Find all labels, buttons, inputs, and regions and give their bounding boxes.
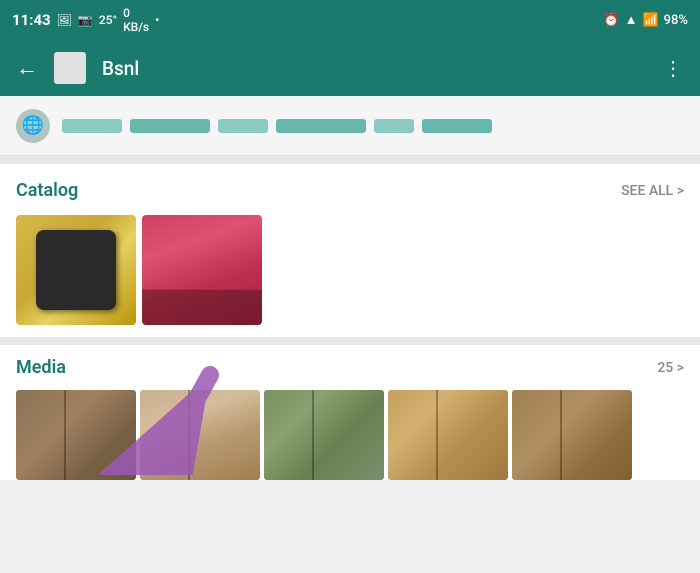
- signal-icon: 📶: [642, 13, 658, 28]
- book-image-1: [16, 390, 136, 480]
- catalog-section: Catalog SEE ALL >: [0, 164, 700, 337]
- wifi-icon: ▲: [625, 12, 638, 28]
- photo-icon: 🖼: [57, 13, 72, 27]
- catalog-images: [16, 215, 684, 325]
- catalog-title: Catalog: [16, 180, 78, 201]
- temp-indicator: 25°: [99, 13, 117, 27]
- book-image-3: [264, 390, 384, 480]
- book-image-2: [140, 390, 260, 480]
- network-speed: 0KB/s: [123, 6, 149, 34]
- catalog-header: Catalog SEE ALL >: [16, 180, 684, 201]
- media-count[interactable]: 25 >: [657, 360, 684, 376]
- media-thumbnail-3[interactable]: [264, 390, 384, 480]
- media-thumbnail-4[interactable]: [388, 390, 508, 480]
- blurred-block-1: [62, 119, 122, 133]
- media-thumbnails: [16, 390, 684, 480]
- section-divider-bottom: [0, 337, 700, 345]
- blurred-content: [62, 119, 684, 133]
- book-image-4: [388, 390, 508, 480]
- battery-level: 98%: [664, 13, 688, 28]
- contact-avatar: [54, 52, 86, 84]
- more-options-button[interactable]: ⋮: [663, 56, 684, 80]
- status-right: ⏰ ▲ 📶 98%: [603, 12, 688, 28]
- status-bar: 11:43 🖼 📷 25° 0KB/s • ⏰ ▲ 📶 98%: [0, 0, 700, 40]
- blurred-block-4: [276, 119, 366, 133]
- see-all-button[interactable]: SEE ALL >: [621, 183, 684, 199]
- book-image-5: [512, 390, 632, 480]
- media-thumbnail-1[interactable]: [16, 390, 136, 480]
- blurred-header-row: 🌐: [0, 96, 700, 156]
- media-thumbnail-2[interactable]: [140, 390, 260, 480]
- dot-indicator: •: [155, 13, 159, 27]
- app-bar: ← Bsnl ⋮: [0, 40, 700, 96]
- blurred-block-6: [422, 119, 492, 133]
- blurred-block-2: [130, 119, 210, 133]
- blurred-block-5: [374, 119, 414, 133]
- globe-icon: 🌐: [16, 109, 50, 143]
- video-icon: 📷: [78, 13, 93, 27]
- back-button[interactable]: ←: [16, 55, 38, 81]
- alarm-icon: ⏰: [603, 13, 619, 28]
- media-section: Media 25 >: [0, 345, 700, 480]
- section-divider-top: [0, 156, 700, 164]
- blurred-block-3: [218, 119, 268, 133]
- media-header: Media 25 >: [16, 357, 684, 378]
- status-time: 11:43: [12, 11, 51, 29]
- catalog-image-1[interactable]: [16, 215, 136, 325]
- status-left: 11:43 🖼 📷 25° 0KB/s •: [12, 6, 159, 34]
- media-thumbnail-5[interactable]: [512, 390, 632, 480]
- app-bar-title: Bsnl: [102, 57, 647, 80]
- media-title: Media: [16, 357, 66, 378]
- catalog-image-2[interactable]: [142, 215, 262, 325]
